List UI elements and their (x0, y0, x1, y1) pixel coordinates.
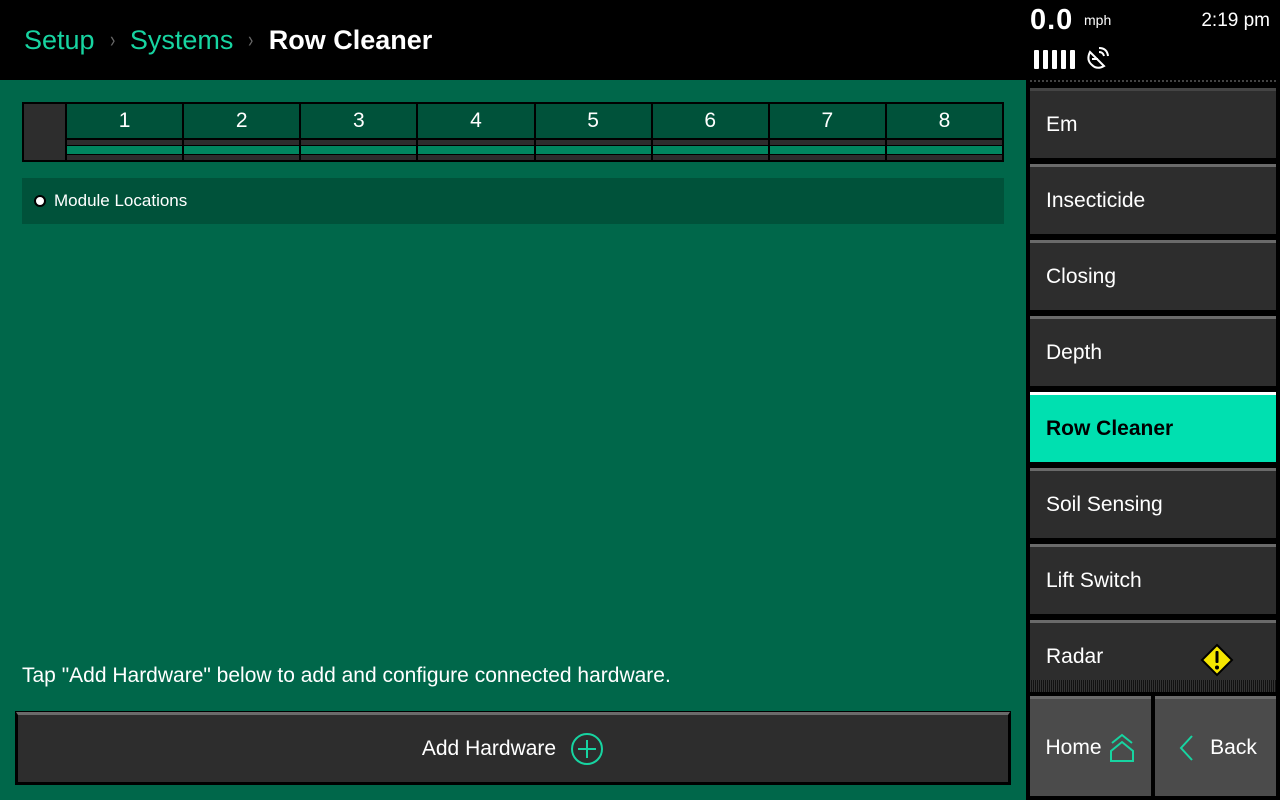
row-number: 2 (184, 104, 300, 138)
row-number: 5 (535, 104, 651, 138)
row-cell[interactable]: 3 (301, 104, 417, 160)
home-label: Home (1045, 735, 1102, 759)
home-button[interactable]: Home (1030, 696, 1151, 796)
sidebar-item-closing[interactable]: Closing (1030, 240, 1276, 310)
row-number: 4 (418, 104, 534, 138)
sidebar-item-label: Depth (1046, 340, 1103, 364)
clock: 2:19 pm (1201, 10, 1270, 31)
row-cell[interactable]: 4 (418, 104, 534, 160)
breadcrumb-systems[interactable]: Systems (130, 25, 234, 56)
row-number: 6 (652, 104, 768, 138)
sidebar-item-soil-sensing[interactable]: Soil Sensing (1030, 468, 1276, 538)
module-locations-legend: Module Locations (22, 178, 1004, 224)
speed-unit: mph (1084, 12, 1112, 28)
row-bar (652, 146, 768, 154)
row-bar (769, 146, 885, 154)
sidebar-item-label: Em (1046, 112, 1078, 136)
systems-sidebar: Em Insecticide Closing Depth Row Cleaner… (1026, 80, 1280, 800)
sidebar-item-label: Soil Sensing (1046, 492, 1163, 516)
page-title: Row Cleaner (268, 24, 433, 55)
breadcrumb-separator: › (248, 27, 254, 52)
grid-corner (24, 104, 65, 160)
legend-dot-icon (34, 195, 46, 207)
back-button[interactable]: Back (1155, 696, 1276, 796)
chevron-left-icon (1179, 734, 1193, 761)
breadcrumb: Setup › Systems › Row Cleaner (24, 22, 432, 58)
speed-value: 0.0 (1030, 4, 1074, 36)
sidebar-item-label: Row Cleaner (1046, 416, 1174, 440)
row-module-grid: 1 2 3 4 5 6 7 8 (22, 102, 1004, 162)
add-hardware-button[interactable]: Add Hardware (16, 712, 1010, 784)
main-panel: 1 2 3 4 5 6 7 8 Module Locations Tap "Ad… (0, 80, 1026, 800)
scroll-fade (1030, 680, 1276, 692)
hint-text: Tap "Add Hardware" below to add and conf… (22, 664, 671, 687)
row-cell[interactable]: 1 (67, 104, 183, 160)
satellite-dish-icon (1087, 47, 1109, 69)
row-cell[interactable]: 7 (769, 104, 885, 160)
systems-list[interactable]: Em Insecticide Closing Depth Row Cleaner… (1030, 80, 1276, 690)
sidebar-item-label: Closing (1046, 264, 1117, 288)
row-bar (418, 146, 534, 154)
row-number: 7 (769, 104, 885, 138)
sidebar-item-lift-switch[interactable]: Lift Switch (1030, 544, 1276, 614)
row-cell[interactable]: 6 (652, 104, 768, 160)
warning-icon (1200, 643, 1234, 677)
back-label: Back (1210, 735, 1257, 759)
top-bar: Setup › Systems › Row Cleaner 0.0 mph 2:… (0, 0, 1280, 80)
row-cell[interactable]: 8 (886, 104, 1002, 160)
row-bar (301, 146, 417, 154)
row-bar (886, 146, 1002, 154)
plus-circle-icon (571, 732, 604, 765)
sidebar-item-label: Insecticide (1046, 188, 1146, 212)
row-number: 3 (301, 104, 417, 138)
sidebar-item-depth[interactable]: Depth (1030, 316, 1276, 386)
row-number: 1 (67, 104, 183, 138)
signal-strength-icon (1034, 50, 1075, 69)
add-hardware-label: Add Hardware (421, 736, 557, 760)
sidebar-item-label: Lift Switch (1046, 568, 1142, 592)
home-icon (1109, 733, 1134, 762)
row-cell[interactable]: 2 (184, 104, 300, 160)
sidebar-item-row-cleaner[interactable]: Row Cleaner (1030, 392, 1276, 462)
sidebar-item-em[interactable]: Em (1030, 88, 1276, 158)
row-bar (535, 146, 651, 154)
breadcrumb-setup[interactable]: Setup (24, 25, 95, 56)
row-bar (67, 146, 183, 154)
legend-label: Module Locations (54, 191, 188, 210)
row-cell[interactable]: 5 (535, 104, 651, 160)
sidebar-item-label: Radar (1046, 644, 1104, 668)
sidebar-item-insecticide[interactable]: Insecticide (1030, 164, 1276, 234)
breadcrumb-separator: › (109, 27, 115, 52)
row-number: 8 (886, 104, 1002, 138)
status-panel: 0.0 mph 2:19 pm (1030, 0, 1280, 80)
row-bar (184, 146, 300, 154)
